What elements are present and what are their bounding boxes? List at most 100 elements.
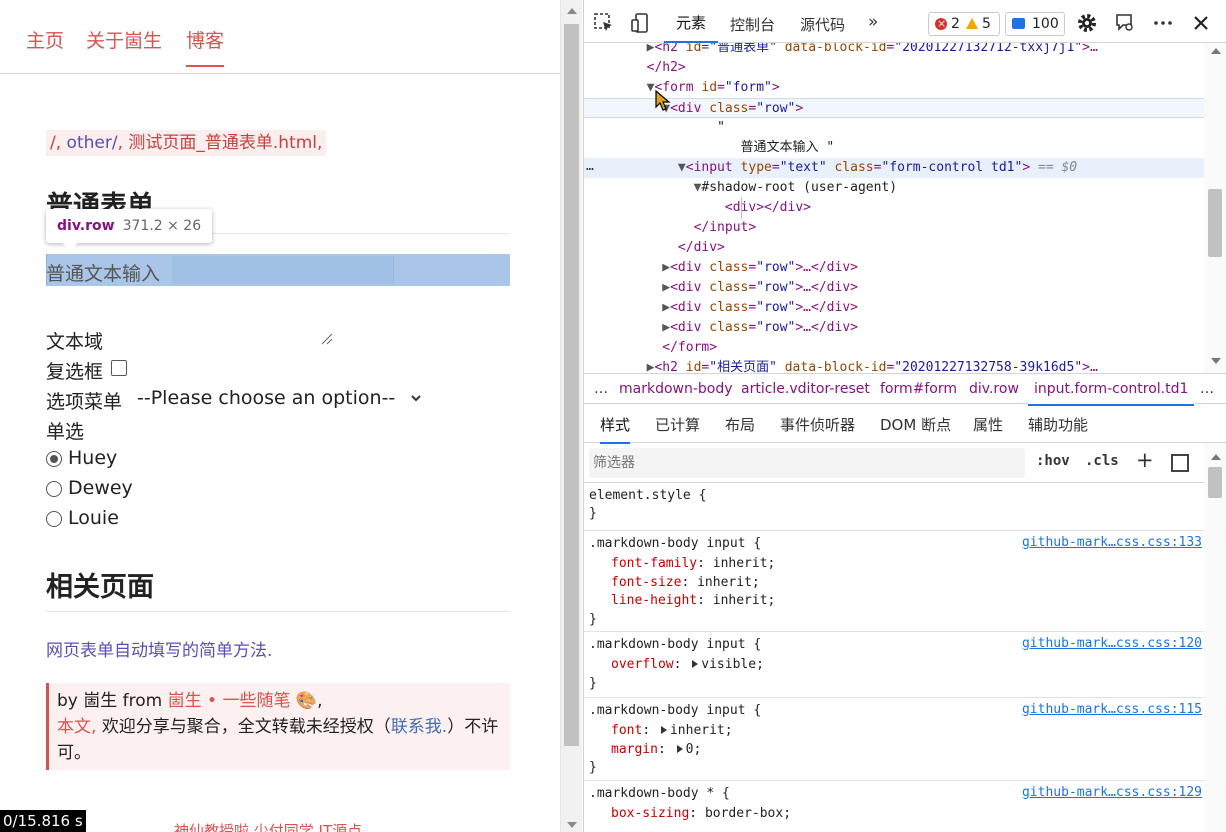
tab-accessibility[interactable]: 辅助功能 <box>1028 414 1088 435</box>
dom-node-actions-ellipsis[interactable]: … <box>586 159 594 174</box>
css-value[interactable]: inherit; <box>713 593 776 608</box>
feedback-icon[interactable] <box>1114 12 1136 34</box>
breadcrumb-file[interactable]: , 测试页面_普通表单.html, <box>118 133 323 153</box>
radio-button[interactable] <box>46 481 62 497</box>
scroll-up-arrow-icon[interactable] <box>1211 48 1221 54</box>
css-property[interactable]: font <box>611 723 642 738</box>
text-input-highlight[interactable] <box>172 256 394 284</box>
kebab-menu-icon[interactable] <box>1152 12 1174 34</box>
nav-link-home[interactable]: 主页 <box>26 26 64 53</box>
tab-sources[interactable]: 源代码 <box>800 14 845 35</box>
css-value[interactable]: visible; <box>701 657 764 672</box>
dom-node-form-close[interactable]: </form> <box>584 338 1204 358</box>
checkbox[interactable] <box>111 360 127 376</box>
breadcrumb-other-link[interactable]: other/ <box>67 133 118 153</box>
css-declaration[interactable]: font: inherit; <box>611 722 733 740</box>
scroll-down-arrow-icon[interactable] <box>1211 358 1221 364</box>
rule-source-link[interactable]: github-mark…css.css:120 <box>1022 636 1202 651</box>
gear-icon[interactable] <box>1076 12 1098 34</box>
nav-link-blog[interactable]: 博客 <box>186 26 225 67</box>
new-rule-button[interactable]: + <box>1136 448 1154 472</box>
crumb-markdown-body[interactable]: markdown-body <box>619 374 733 404</box>
tab-computed[interactable]: 已计算 <box>655 414 700 435</box>
styles-filter-input[interactable] <box>589 448 1025 478</box>
page-scrollbar[interactable] <box>560 0 582 832</box>
css-declaration[interactable]: font-family: inherit; <box>611 555 775 573</box>
scroll-up-arrow-icon[interactable] <box>567 8 577 14</box>
scroll-down-arrow-icon[interactable] <box>567 822 577 828</box>
dom-node-div-row-hovered[interactable]: ▼<div class="row"> <box>584 98 1204 118</box>
dom-node-div-row[interactable]: ▶<div class="row">…</div> <box>584 278 1204 298</box>
series-link[interactable]: 一些随笔 <box>222 691 290 711</box>
dom-shadow-root[interactable]: ▼#shadow-root (user-agent) <box>584 178 1204 198</box>
crumb-overflow-end[interactable]: … <box>1200 374 1214 404</box>
inspect-icon[interactable] <box>593 12 615 34</box>
rule-selector[interactable]: element.style { <box>589 487 706 505</box>
css-declaration[interactable]: font-size: inherit; <box>611 574 760 592</box>
dom-node-h2-close[interactable]: </h2> <box>584 58 1204 78</box>
dom-node-input-selected[interactable]: ▼<input type="text" class="form-control … <box>584 158 1204 178</box>
cls-button[interactable]: .cls <box>1085 453 1119 469</box>
styles-scrollbar[interactable] <box>1204 443 1226 832</box>
radio-button[interactable] <box>46 511 62 527</box>
css-value[interactable]: inherit; <box>697 575 760 590</box>
rule-source-link[interactable]: github-mark…css.css:133 <box>1022 535 1202 550</box>
more-tabs-button[interactable]: » <box>868 12 878 32</box>
footer-links[interactable]: 神仙教授啦 少付同学 IT源点 <box>174 820 362 832</box>
css-declaration[interactable]: margin: 0; <box>611 741 701 759</box>
toggle-sidebar-icon[interactable] <box>1171 454 1189 472</box>
dom-node-h2-related[interactable]: ▶<h2 id="相关页面" data-block-id="2020122713… <box>584 358 1204 373</box>
author-link[interactable]: 崮生 <box>168 691 202 711</box>
tab-properties[interactable]: 属性 <box>973 414 1003 435</box>
radio-button[interactable] <box>46 451 62 467</box>
style-rule[interactable]: .markdown-body input { github-mark…css.cs… <box>584 632 1204 698</box>
css-declaration[interactable]: box-sizing: border-box; <box>611 805 791 823</box>
dom-text-node[interactable]: " <box>584 118 1204 138</box>
dom-node-h2[interactable]: ▶<h2 id="普通表单" data-block-id="2020122713… <box>584 43 1204 58</box>
dom-scrollbar-thumb[interactable] <box>1208 189 1222 257</box>
messages-badge[interactable]: 100 <box>1005 12 1065 36</box>
styles-scrollbar-thumb[interactable] <box>1208 467 1222 498</box>
crumb-article[interactable]: article.vditor-reset <box>741 374 870 404</box>
expand-shorthand-icon[interactable] <box>676 744 683 753</box>
rule-selector[interactable]: .markdown-body input { <box>589 535 761 553</box>
css-property[interactable]: overflow <box>611 657 674 672</box>
tab-layout[interactable]: 布局 <box>725 414 755 435</box>
crumb-div-row[interactable]: div.row <box>969 374 1019 404</box>
css-property[interactable]: font-family <box>611 556 697 571</box>
css-property[interactable]: margin <box>611 742 658 757</box>
select-menu[interactable]: --Please choose an option-- <box>137 387 395 409</box>
dom-node-shadow-div[interactable]: <div></div> <box>584 198 1204 218</box>
breadcrumb-root[interactable]: /, <box>50 133 61 153</box>
dom-node-input-close[interactable]: </input> <box>584 218 1204 238</box>
css-property[interactable]: box-sizing <box>611 806 689 821</box>
css-value[interactable]: border-box; <box>705 806 791 821</box>
dom-node-div-row[interactable]: ▶<div class="row">…</div> <box>584 298 1204 318</box>
related-page-link[interactable]: 网页表单自动填写的简单方法. <box>46 636 272 661</box>
css-declaration[interactable]: line-height: inherit; <box>611 592 775 610</box>
css-value[interactable]: inherit; <box>670 723 733 738</box>
page-scrollbar-thumb[interactable] <box>564 24 579 746</box>
scroll-up-arrow-icon[interactable] <box>1211 454 1221 460</box>
chevron-down-icon[interactable] <box>409 391 423 405</box>
style-rule[interactable]: .markdown-body * {github-mark…css.css:12… <box>584 781 1204 832</box>
expand-shorthand-icon[interactable] <box>660 726 667 734</box>
tab-dom-breakpoints[interactable]: DOM 断点 <box>880 414 951 435</box>
rule-source-link[interactable]: github-mark…css.css:129 <box>1022 785 1202 800</box>
crumb-overflow[interactable]: … <box>594 374 608 404</box>
rule-selector[interactable]: .markdown-body input { <box>589 702 761 720</box>
rule-selector[interactable]: .markdown-body input { <box>589 636 761 654</box>
style-rule[interactable]: .markdown-body input { github-mark…css.cs… <box>584 531 1204 632</box>
dom-node-form[interactable]: ▼<form id="form"> <box>584 78 1204 98</box>
issues-badge[interactable]: 2 5 <box>928 12 1000 36</box>
css-declaration[interactable]: overflow: visible; <box>611 656 764 674</box>
close-icon[interactable] <box>1190 12 1212 34</box>
tab-event-listeners[interactable]: 事件侦听器 <box>780 414 855 435</box>
hov-button[interactable]: :hov <box>1036 453 1070 469</box>
css-property[interactable]: line-height <box>611 593 697 608</box>
tab-elements[interactable]: 元素 <box>664 9 719 43</box>
css-property[interactable]: font-size <box>611 575 681 590</box>
device-toolbar-icon[interactable] <box>630 12 652 34</box>
expand-shorthand-icon[interactable] <box>692 660 699 668</box>
dom-scrollbar[interactable] <box>1204 43 1226 373</box>
